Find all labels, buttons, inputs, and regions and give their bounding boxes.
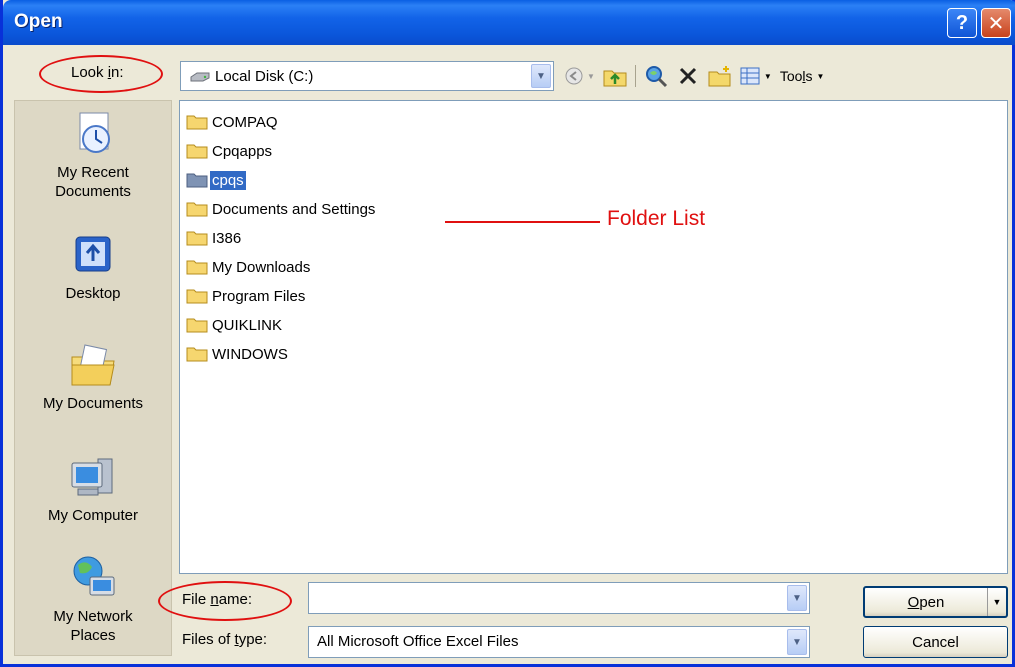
lookin-dropdown[interactable]: Local Disk (C:) ▼ [180,61,554,91]
lookin-label: Look in: [71,64,124,81]
folder-item[interactable]: My Downloads [186,255,312,279]
place-desktop[interactable]: Desktop [15,231,171,302]
place-label: My Recent Documents [55,164,131,200]
up-one-level-button[interactable] [603,63,627,89]
folder-item-selected[interactable]: cpqs [186,168,246,192]
chevron-down-icon[interactable]: ▼ [531,64,551,88]
folder-icon [186,173,208,188]
desktop-icon [75,236,111,272]
toolbar-separator [634,65,636,87]
folder-icon [186,144,208,159]
cancel-button[interactable]: Cancel [863,626,1008,658]
folder-item[interactable]: Program Files [186,284,307,308]
folder-icon [186,231,208,246]
folder-icon [186,202,208,217]
delete-icon [679,67,696,85]
title-bar[interactable]: Open ? ✕ [3,0,1015,45]
search-web-button[interactable] [644,63,668,89]
new-folder-icon [708,66,731,87]
folder-list[interactable]: COMPAQ Cpqapps cpqs Documents and Settin… [179,100,1008,574]
place-my-network-places[interactable]: My Network Places [15,553,171,645]
my-computer-icon [71,458,113,496]
back-dropdown-icon: ▼ [587,71,595,81]
views-dropdown-icon: ▼ [763,71,772,81]
places-bar: My Recent Documents Desktop My Documents [14,100,172,656]
place-my-computer[interactable]: My Computer [15,453,171,524]
filename-input[interactable]: ▼ [308,582,810,614]
help-icon: ? [955,11,969,34]
lookin-value: Local Disk (C:) [215,68,314,85]
chevron-down-icon[interactable]: ▼ [787,629,807,655]
close-icon: ✕ [987,12,1005,35]
drive-icon [190,72,210,82]
tools-menu-button[interactable]: Too l s ▼ [780,63,825,89]
views-icon [740,67,760,85]
place-my-recent-documents[interactable]: My Recent Documents [15,109,171,201]
my-documents-icon [71,344,115,386]
folder-list-callout-line [445,221,600,223]
place-my-documents[interactable]: My Documents [15,341,171,412]
folder-item[interactable]: WINDOWS [186,342,290,366]
open-button[interactable]: Open ▼ [863,586,1008,618]
folder-icon [186,115,208,130]
folder-icon [186,289,208,304]
tools-dropdown-icon: ▼ [816,71,825,81]
views-button[interactable]: ▼ [740,63,772,89]
filetype-label: Files of type: [182,631,268,648]
network-places-icon [73,556,115,596]
up-folder-icon [603,70,627,87]
recent-documents-icon [79,112,110,153]
chevron-down-icon: ▼ [992,597,1002,607]
place-label: My Network Places [53,608,133,644]
new-folder-button[interactable] [708,63,732,89]
search-web-icon [645,66,667,88]
place-label: My Computer [47,507,139,524]
chevron-down-icon[interactable]: ▼ [787,585,807,611]
close-button[interactable]: ✕ [981,8,1011,38]
filetype-dropdown[interactable]: All Microsoft Office Excel Files ▼ [308,626,810,658]
dialog-title: Open [14,11,63,32]
folder-item[interactable]: COMPAQ [186,110,280,134]
folder-icon [186,318,208,333]
folder-item[interactable]: Cpqapps [186,139,274,163]
place-label: My Documents [42,395,144,412]
help-button[interactable]: ? [947,8,977,38]
place-label: Desktop [65,285,121,302]
back-button[interactable]: ▼ [564,63,595,89]
open-dialog: Open ? ✕ Look in: Local Disk (C:) ▼ ▼ ▼ … [0,0,1015,667]
folder-list-callout: Folder List [607,207,706,230]
open-options-dropdown[interactable]: ▼ [987,588,1006,616]
delete-button[interactable] [676,63,700,89]
folder-icon [186,347,208,362]
folder-item[interactable]: Documents and Settings [186,197,377,221]
toolbar: ▼ ▼ Too l s ▼ [564,61,824,91]
folder-item[interactable]: I386 [186,226,243,250]
back-icon [565,67,583,85]
filename-label: File name: [182,591,253,608]
folder-item[interactable]: QUIKLINK [186,313,284,337]
folder-icon [186,260,208,275]
